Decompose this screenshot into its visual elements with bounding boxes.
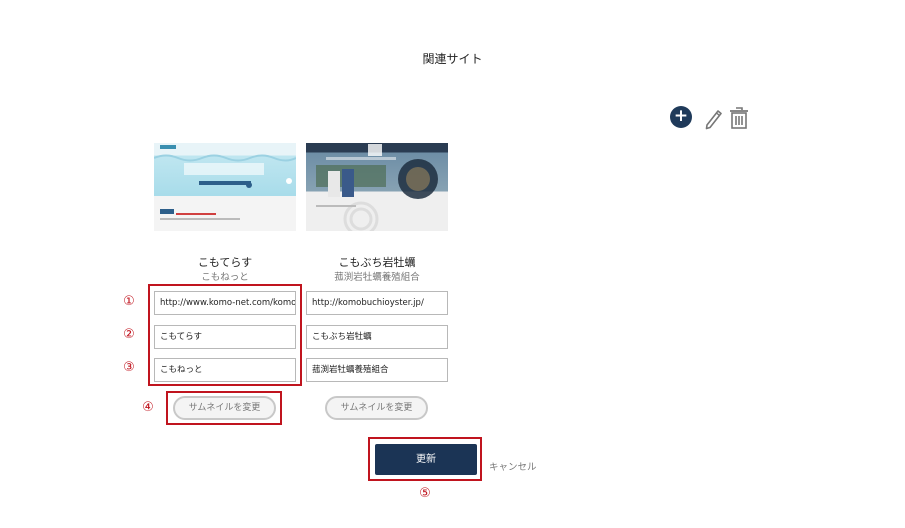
change-thumbnail-button-1[interactable]: サムネイルを変更 [173, 396, 276, 420]
page-title: 関連サイト [422, 52, 483, 66]
site-subtitle-2: 菰渕岩牡蠣養殖組合 [334, 272, 420, 283]
annotation-number-3: ③ [123, 360, 135, 375]
change-thumbnail-button-2[interactable]: サムネイルを変更 [325, 396, 428, 420]
pencil-icon[interactable] [703, 105, 723, 131]
name-field-2[interactable]: こもぶち岩牡蠣 [306, 325, 448, 349]
site-name-2: こもぶち岩牡蠣 [338, 256, 416, 269]
annotation-number-2: ② [123, 327, 135, 342]
cancel-link[interactable]: キャンセル [489, 459, 537, 473]
annotation-number-4: ④ [142, 400, 154, 415]
subtitle-field-2[interactable]: 菰渕岩牡蠣養殖組合 [306, 358, 448, 382]
site-thumbnail-1 [154, 143, 296, 231]
add-icon[interactable]: + [670, 106, 692, 128]
url-field-2[interactable]: http://komobuchioyster.jp/ [306, 291, 448, 315]
update-button[interactable]: 更新 [375, 444, 477, 475]
url-field-1[interactable]: http://www.komo-net.com/komoterrace [154, 291, 296, 315]
name-field-1[interactable]: こもてらす [154, 325, 296, 349]
trash-icon[interactable] [728, 105, 750, 131]
site-thumbnail-2 [306, 143, 448, 231]
site-subtitle-1: こもねっと [201, 272, 249, 283]
site-name-1: こもてらす [197, 256, 253, 269]
subtitle-field-1[interactable]: こもねっと [154, 358, 296, 382]
annotation-number-5: ⑤ [419, 486, 431, 501]
annotation-number-1: ① [123, 294, 135, 309]
